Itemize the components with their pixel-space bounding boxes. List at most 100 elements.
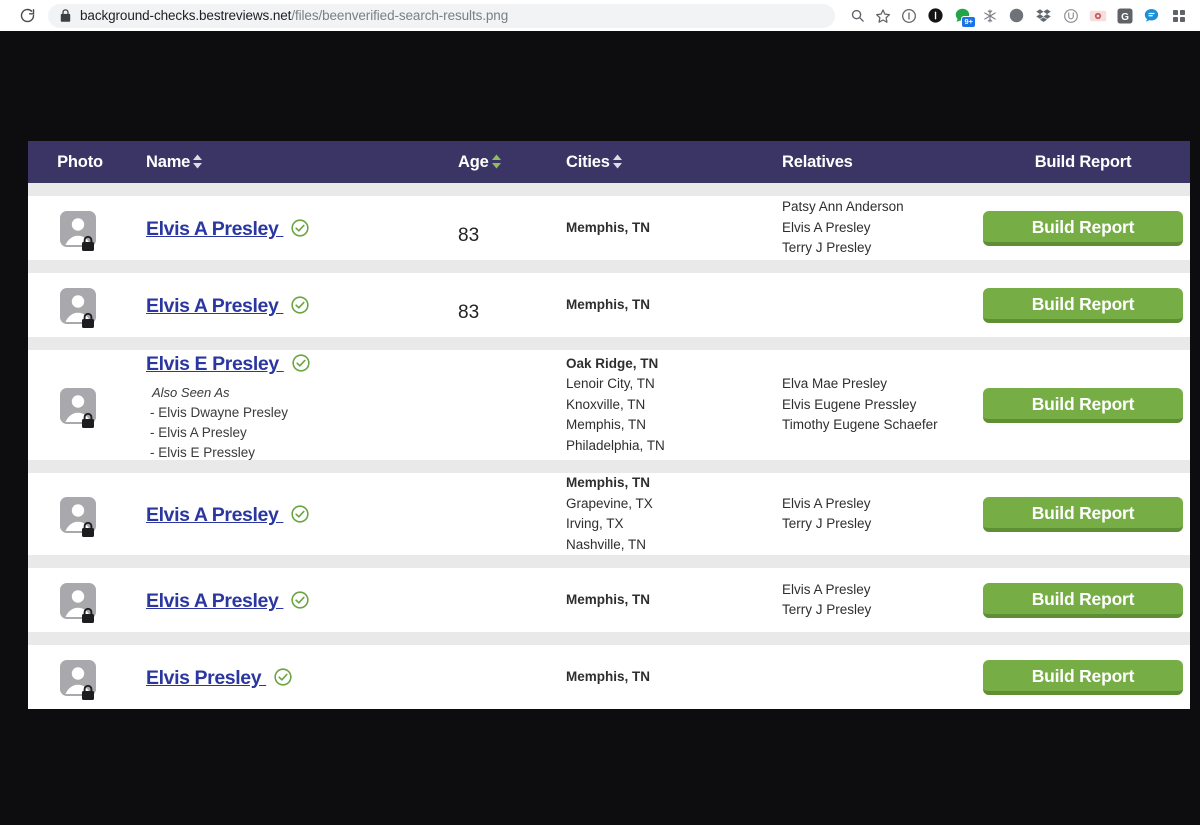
city-item: Knoxville, TN <box>566 396 646 412</box>
grammarly-g-icon[interactable]: G <box>1111 3 1138 29</box>
column-label-photo: Photo <box>57 152 103 171</box>
city-item: Lenoir City, TN <box>566 376 655 392</box>
url-domain: background-checks.bestreviews.net <box>80 8 292 23</box>
person-photo-placeholder-icon <box>60 211 100 255</box>
cell-cities: Oak Ridge, TN Lenoir City, TN Knoxville, T… <box>556 350 768 460</box>
city-item: Nashville, TN <box>566 536 647 552</box>
table-row[interactable]: Elvis A Presley 83 Memphis, TN Build Rep… <box>28 273 1190 337</box>
cell-build-report: Build Report <box>976 196 1190 260</box>
reload-icon[interactable] <box>14 3 40 29</box>
verified-check-icon <box>290 505 310 528</box>
sort-arrows-age-icon[interactable] <box>491 154 502 174</box>
cell-relatives <box>768 273 976 337</box>
cell-age <box>452 473 556 555</box>
table-row[interactable]: Elvis E Presley Also Seen As - Elvis Dway… <box>28 350 1190 460</box>
build-report-button[interactable]: Build Report <box>983 582 1183 618</box>
search-results-sheet: Photo Name Age Cities Relatives Build Re… <box>28 141 1190 709</box>
address-bar[interactable]: background-checks.bestreviews.net/files/… <box>48 3 835 28</box>
camera-pink-icon[interactable] <box>1084 3 1111 29</box>
dark-circle-one-icon[interactable] <box>922 3 949 29</box>
person-name-link[interactable]: Elvis A Presley <box>146 218 283 240</box>
relative-item: Elvis A Presley <box>782 219 871 235</box>
cell-cities: Memphis, TN <box>556 568 768 632</box>
person-name-link[interactable]: Elvis A Presley <box>146 295 283 317</box>
sort-arrows-name-icon[interactable] <box>192 154 203 174</box>
green-bubble-icon[interactable]: 9+ <box>949 3 976 29</box>
moon-circle-icon[interactable] <box>1003 3 1030 29</box>
cell-cities: Memphis, TN Grapevine, TX Irving, TX Nashvi… <box>556 473 768 555</box>
table-row[interactable]: Elvis Presley Memphis, TN Build Report <box>28 645 1190 709</box>
verified-check-icon <box>290 219 310 242</box>
build-report-button[interactable]: Build Report <box>983 496 1183 532</box>
sort-arrows-cities-icon[interactable] <box>612 154 623 174</box>
relative-item: Terry J Presley <box>782 240 872 256</box>
column-header-age[interactable]: Age <box>452 141 556 183</box>
cell-cities: Memphis, TN <box>556 273 768 337</box>
search-icon[interactable] <box>845 4 869 28</box>
verified-check-icon <box>273 668 293 691</box>
row-separator <box>28 555 1190 568</box>
row-separator <box>28 460 1190 473</box>
page-viewport: Photo Name Age Cities Relatives Build Re… <box>0 31 1200 825</box>
shield-u-icon[interactable] <box>1057 3 1084 29</box>
build-report-button[interactable]: Build Report <box>983 287 1183 323</box>
cell-cities: Memphis, TN <box>556 645 768 709</box>
city-item: Oak Ridge, TN <box>566 355 659 371</box>
row-separator <box>28 183 1190 196</box>
build-report-button[interactable]: Build Report <box>983 210 1183 246</box>
column-header-relatives: Relatives <box>768 141 976 183</box>
cell-relatives: Elva Mae Presley Elvis Eugene Pressley Tim… <box>768 350 976 460</box>
cell-build-report: Build Report <box>976 568 1190 632</box>
city-item: Memphis, TN <box>566 296 651 312</box>
cell-photo <box>28 273 132 337</box>
bookmark-star-icon[interactable] <box>871 4 895 28</box>
cell-cities: Memphis, TN <box>556 196 768 260</box>
person-photo-placeholder-icon <box>60 583 100 627</box>
person-name-link[interactable]: Elvis A Presley <box>146 590 283 612</box>
extensions-grid-icon[interactable] <box>1165 3 1192 29</box>
verified-check-icon <box>290 591 310 614</box>
verified-check-icon <box>291 354 311 377</box>
cell-build-report: Build Report <box>976 350 1190 460</box>
city-item: Memphis, TN <box>566 219 651 235</box>
cell-name: Elvis A Presley <box>132 568 452 632</box>
cell-photo <box>28 196 132 260</box>
row-separator-cell <box>28 555 1190 568</box>
column-label-relatives: Relatives <box>782 152 853 171</box>
info-circle-icon[interactable] <box>895 3 922 29</box>
row-separator-cell <box>28 460 1190 473</box>
person-name-link[interactable]: Elvis Presley <box>146 667 266 689</box>
row-separator <box>28 260 1190 273</box>
table-row[interactable]: Elvis A Presley 83 Memphis, TN Patsy Ann… <box>28 196 1190 260</box>
cell-age <box>452 350 556 460</box>
dropbox-icon[interactable] <box>1030 3 1057 29</box>
build-report-button[interactable]: Build Report <box>983 659 1183 695</box>
city-item: Memphis, TN <box>566 668 651 684</box>
row-separator-cell <box>28 260 1190 273</box>
row-separator <box>28 632 1190 645</box>
person-name-link[interactable]: Elvis E Presley <box>146 353 284 375</box>
snowflake-icon[interactable] <box>976 3 1003 29</box>
build-report-button[interactable]: Build Report <box>983 387 1183 423</box>
person-name-link[interactable]: Elvis A Presley <box>146 504 283 526</box>
cell-relatives: Patsy Ann Anderson Elvis A Presley Terry J… <box>768 196 976 260</box>
column-label-age: Age <box>458 153 489 171</box>
column-label-build-report: Build Report <box>1034 152 1132 171</box>
verified-check-icon <box>290 296 310 319</box>
table-row[interactable]: Elvis A Presley Memphis, TN Grapevine, TX… <box>28 473 1190 555</box>
column-header-name[interactable]: Name <box>132 141 452 183</box>
cell-photo <box>28 645 132 709</box>
table-body: Elvis A Presley 83 Memphis, TN Patsy Ann… <box>28 183 1190 709</box>
extension-icons: 9+ G <box>895 3 1192 29</box>
person-photo-placeholder-icon <box>60 497 100 541</box>
blue-chat-icon[interactable] <box>1138 3 1165 29</box>
browser-toolbar: background-checks.bestreviews.net/files/… <box>0 0 1200 31</box>
url-text: background-checks.bestreviews.net/files/… <box>80 8 508 23</box>
column-header-cities[interactable]: Cities <box>556 141 768 183</box>
lock-icon <box>60 9 71 22</box>
city-item: Philadelphia, TN <box>566 437 665 453</box>
cell-photo <box>28 568 132 632</box>
relative-item: Elvis A Presley <box>782 495 871 511</box>
person-photo-placeholder-icon <box>60 288 100 332</box>
table-row[interactable]: Elvis A Presley Memphis, TN Elvis A Pres… <box>28 568 1190 632</box>
